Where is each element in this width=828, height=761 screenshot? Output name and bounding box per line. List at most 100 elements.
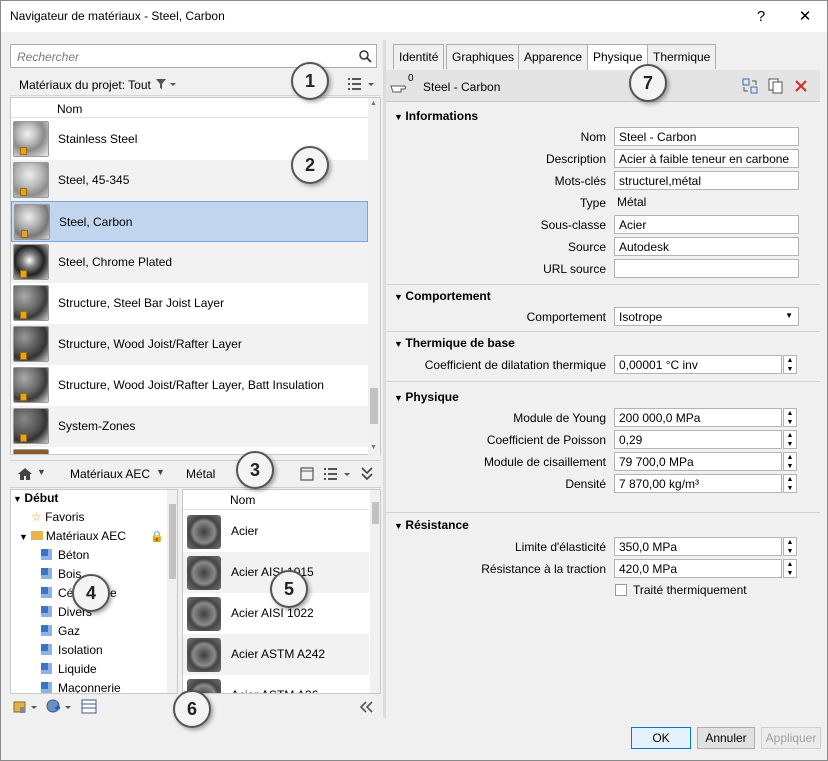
ok-button[interactable]: OK (631, 727, 691, 749)
panel-toggle-icon[interactable] (300, 467, 314, 481)
chevron-down-icon[interactable]: ▼ (37, 467, 46, 477)
material-name: Stainless Steel (58, 132, 138, 146)
manage-library-icon[interactable] (13, 699, 39, 715)
poisson-stepper[interactable]: ▲ ▼ (783, 430, 797, 449)
tree-item-label: Isolation (58, 643, 103, 657)
dilatation-field[interactable]: 0,00001 °C inv (614, 355, 782, 374)
library-scrollbar[interactable] (370, 490, 380, 693)
scrollbar-thumb[interactable] (372, 502, 379, 524)
scrollbar-thumb[interactable] (370, 388, 378, 424)
tree-scrollbar[interactable] (167, 490, 177, 693)
elasticite-label: Limite d'élasticité (515, 540, 606, 554)
column-header-name[interactable]: Nom (57, 102, 82, 116)
chevron-down-icon[interactable]: ▼ (156, 467, 165, 477)
list-item[interactable]: Structure, Wood Joist/Rafter Layer (11, 324, 368, 365)
dilatation-stepper[interactable]: ▲ ▼ (783, 355, 797, 374)
tree-item[interactable]: Béton (41, 548, 89, 562)
tree-item-favorites[interactable]: ☆ Favoris (31, 510, 84, 524)
replace-asset-icon[interactable] (742, 78, 758, 94)
cisaillement-field[interactable]: 79 700,0 MPa (614, 452, 782, 471)
elasticite-field[interactable]: 350,0 MPa (614, 537, 782, 556)
list-item[interactable] (11, 447, 368, 454)
column-header-name[interactable]: Nom (230, 493, 255, 507)
material-name: Structure, Wood Joist/Rafter Layer (58, 337, 242, 351)
help-button[interactable]: ? (751, 7, 771, 27)
motscles-field[interactable]: structurel,métal (614, 171, 799, 190)
young-field[interactable]: 200 000,0 MPa (614, 408, 782, 427)
tree-item[interactable]: Liquide (41, 662, 97, 676)
material-badge-icon (20, 393, 27, 401)
cancel-button[interactable]: Annuler (697, 727, 755, 749)
sousclasse-field[interactable]: Acier (614, 215, 799, 234)
cisaillement-stepper[interactable]: ▲ ▼ (783, 452, 797, 471)
list-item[interactable]: Acier ASTM A36 (183, 675, 369, 693)
tree-root[interactable]: ▼ Début (13, 491, 58, 505)
section-thermique-header[interactable]: ▼ Thermique de base (394, 336, 515, 350)
comportement-label: Comportement (526, 310, 606, 324)
tree-item[interactable]: Bois (41, 567, 81, 581)
close-button[interactable]: ✕ (795, 7, 815, 27)
elasticite-stepper[interactable]: ▲ ▼ (783, 537, 797, 556)
create-material-icon[interactable] (46, 699, 74, 715)
tree-item-library[interactable]: ▼ Matériaux AEC (19, 529, 126, 543)
material-name: Acier ASTM A242 (231, 647, 326, 661)
section-comportement-header[interactable]: ▼ Comportement (394, 289, 491, 303)
filter-icon[interactable] (155, 78, 177, 90)
type-value: Métal (617, 195, 647, 209)
tree-item[interactable]: Maçonnerie (41, 681, 121, 693)
tree-item[interactable]: Isolation (41, 643, 103, 657)
list-item[interactable]: Steel, Carbon (11, 201, 368, 242)
list-item[interactable]: Acier (183, 511, 369, 552)
list-item[interactable]: System-Zones (11, 406, 368, 447)
section-physique-header[interactable]: ▼ Physique (394, 390, 459, 404)
material-name: Steel, 45-345 (58, 173, 130, 187)
remove-asset-icon[interactable] (794, 79, 808, 93)
traction-stepper[interactable]: ▲ ▼ (783, 559, 797, 578)
source-field[interactable]: Autodesk (614, 237, 799, 256)
material-name: System-Zones (58, 419, 136, 433)
tree-item[interactable]: Gaz (41, 624, 80, 638)
callout-6: 6 (173, 690, 211, 728)
home-icon[interactable] (17, 467, 33, 481)
apply-button[interactable]: Appliquer (761, 727, 821, 749)
tab-thermique[interactable]: Thermique (647, 44, 717, 69)
material-thumbnail (13, 408, 49, 444)
tab-identite[interactable]: Identité (393, 44, 445, 69)
callout-4: 4 (72, 574, 110, 612)
poisson-field[interactable]: 0,29 (614, 430, 782, 449)
comportement-select[interactable]: Isotrope ▼ (614, 307, 799, 326)
traite-checkbox[interactable] (615, 584, 627, 596)
search-icon[interactable] (358, 49, 372, 63)
list-item[interactable]: Acier ASTM A242 (183, 634, 369, 675)
editor-toggle-icon[interactable] (81, 699, 97, 715)
breadcrumb-item-metal[interactable]: Métal (186, 467, 215, 481)
list-item[interactable]: Steel, Chrome Plated (11, 242, 368, 283)
material-name: Steel, Carbon (59, 215, 133, 229)
section-resistance-header[interactable]: ▼ Résistance (394, 518, 469, 532)
young-stepper[interactable]: ▲ ▼ (783, 408, 797, 427)
list-scrollbar[interactable]: ▲ ▼ (368, 98, 380, 455)
collapse-double-chevron-icon[interactable] (360, 466, 374, 482)
title-bar: Navigateur de matériaux - Steel, Carbon … (0, 0, 828, 32)
densite-stepper[interactable]: ▲ ▼ (783, 474, 797, 493)
description-field[interactable]: Acier à faible teneur en carbone (614, 149, 799, 168)
section-informations-header[interactable]: ▼ Informations (394, 109, 478, 123)
tab-apparence[interactable]: Apparence (518, 44, 589, 69)
view-options-icon[interactable] (323, 467, 353, 481)
breadcrumb-item-aec[interactable]: Matériaux AEC (70, 467, 150, 481)
densite-field[interactable]: 7 870,00 kg/m³ (614, 474, 782, 493)
tab-graphiques[interactable]: Graphiques (446, 44, 521, 69)
traction-field[interactable]: 420,0 MPa (614, 559, 782, 578)
nom-field[interactable]: Steel - Carbon (614, 127, 799, 146)
list-item[interactable]: Structure, Steel Bar Joist Layer (11, 283, 368, 324)
category-icon (41, 606, 52, 617)
scrollbar-thumb[interactable] (169, 504, 176, 579)
duplicate-asset-icon[interactable] (768, 78, 784, 94)
view-options-icon[interactable] (347, 77, 377, 91)
list-item[interactable]: Structure, Wood Joist/Rafter Layer, Batt… (11, 365, 368, 406)
url-field[interactable] (614, 259, 799, 278)
collapse-left-icon[interactable] (358, 700, 374, 714)
category-icon (41, 644, 52, 655)
material-thumbnail (13, 285, 49, 321)
search-input[interactable]: Rechercher (10, 44, 377, 68)
